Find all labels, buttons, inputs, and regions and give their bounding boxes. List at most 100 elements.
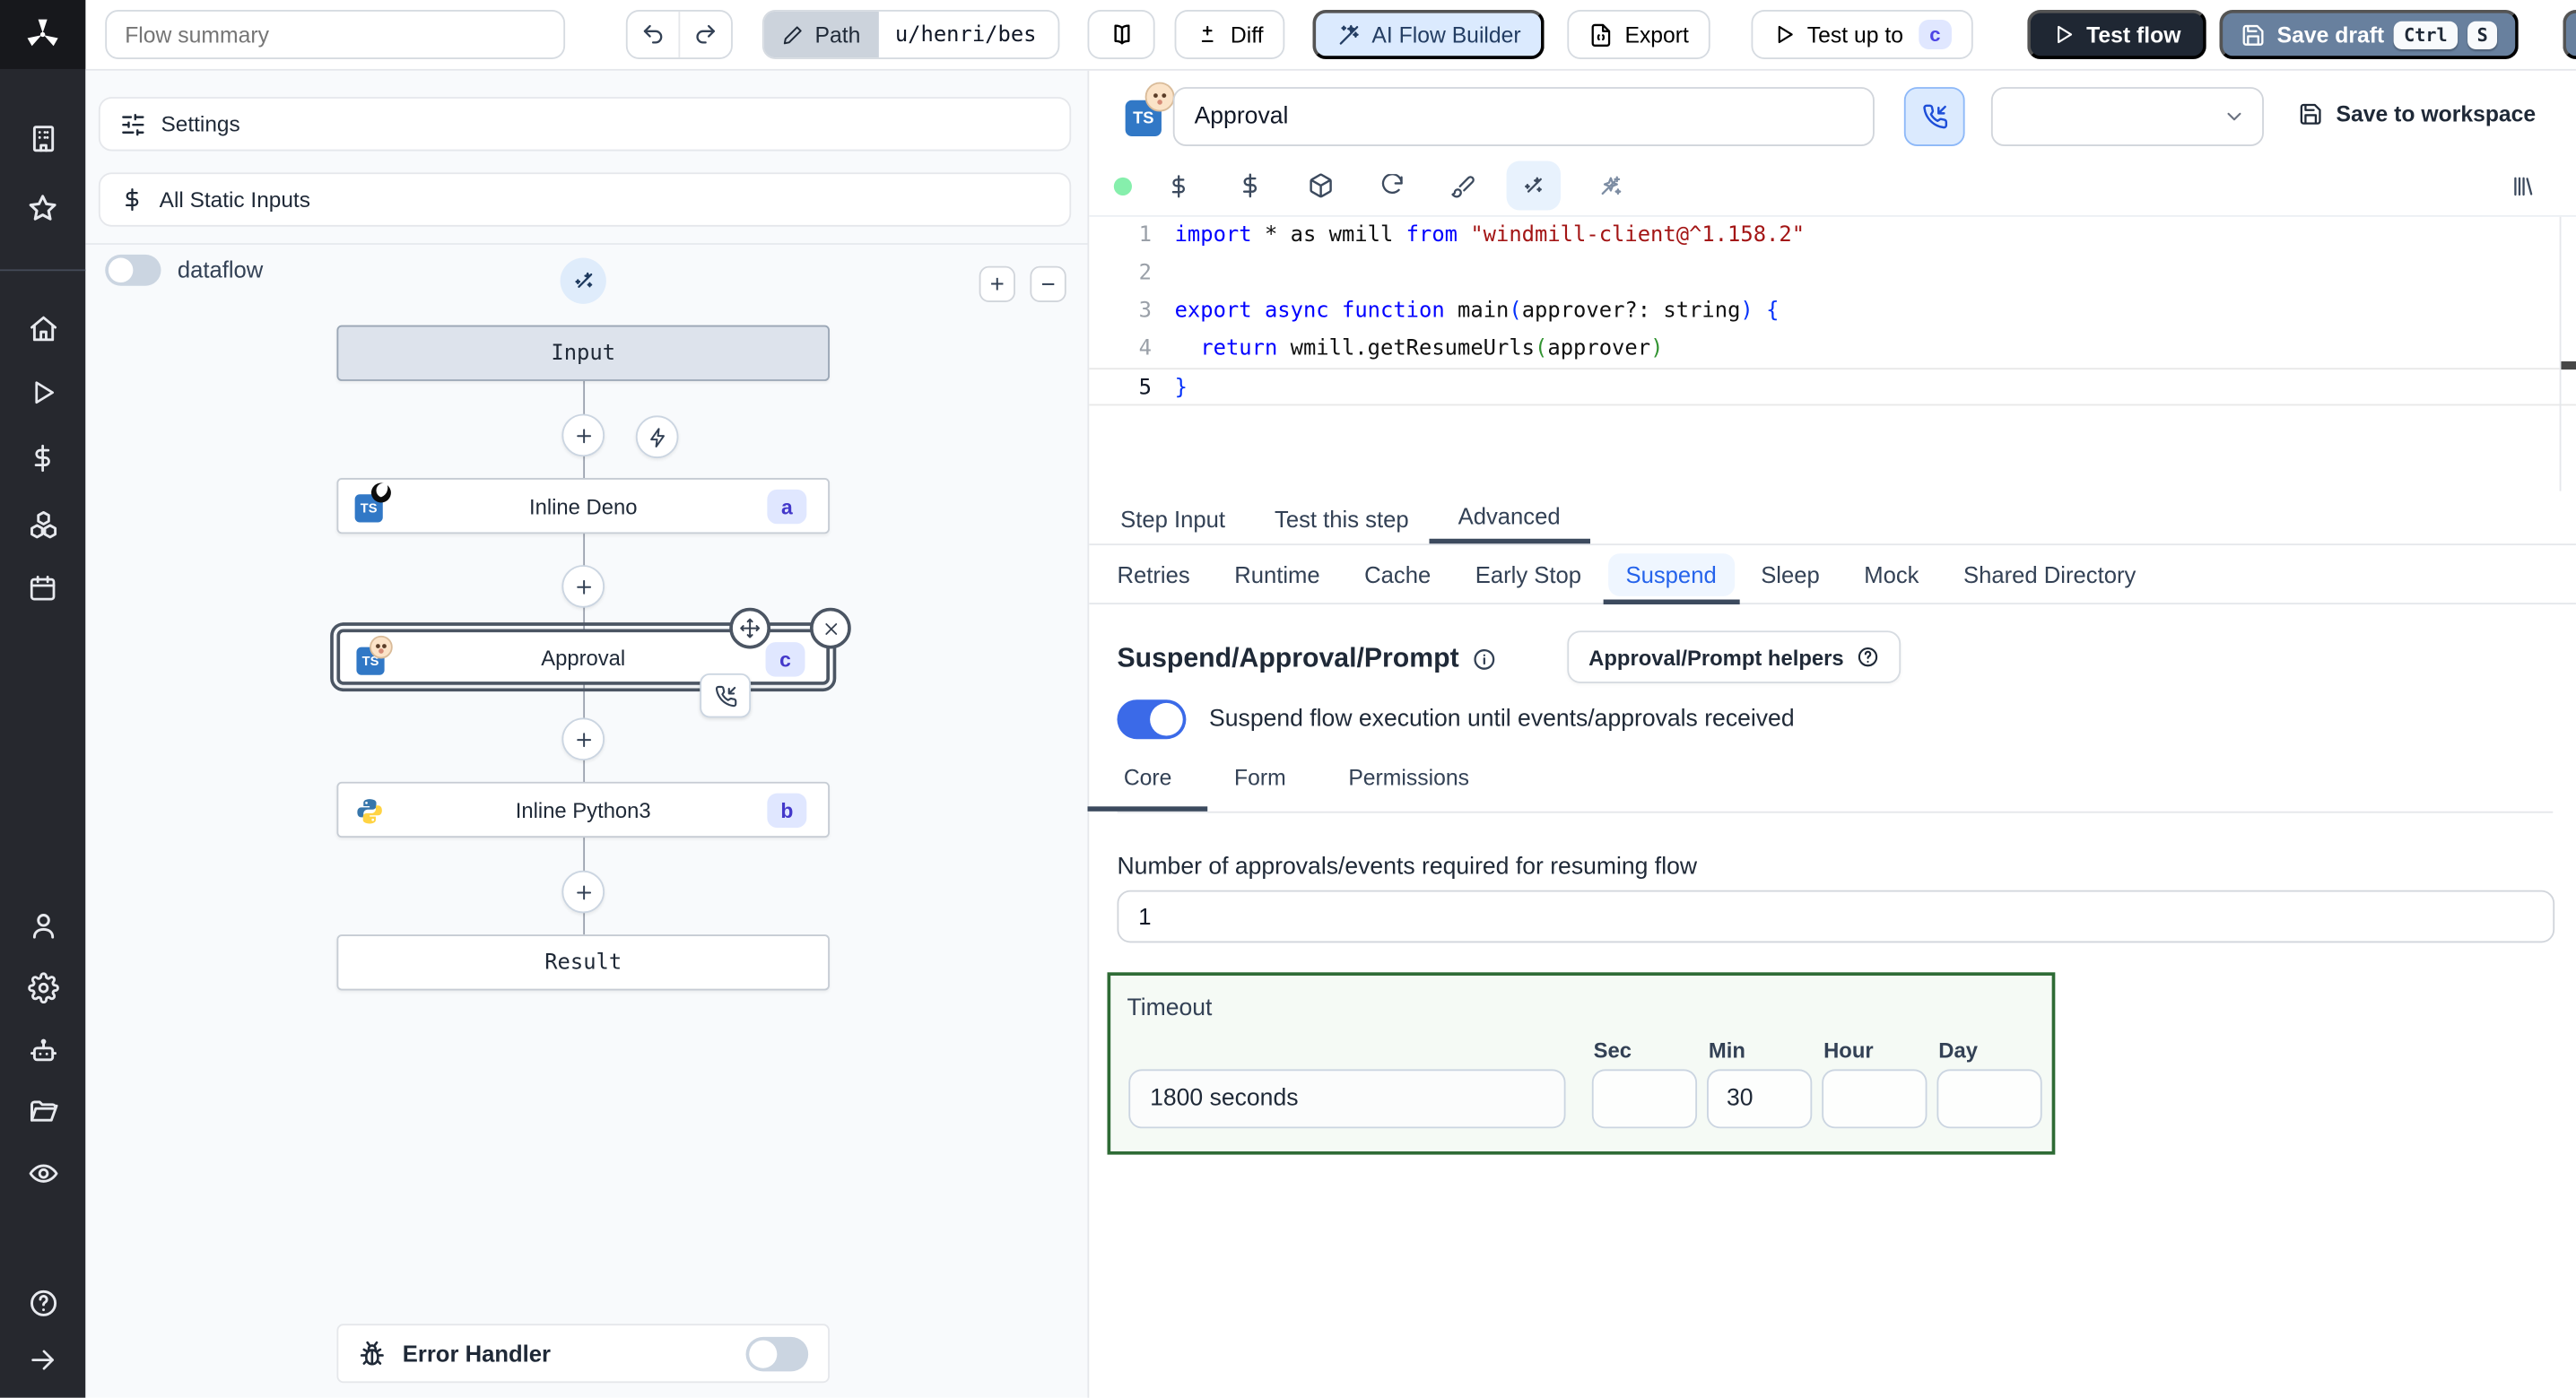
- zoom-in-button[interactable]: +: [979, 265, 1015, 303]
- dollar-vars-button[interactable]: [1152, 161, 1205, 210]
- variables-dollar-icon[interactable]: [0, 439, 85, 478]
- tab-shared-directory[interactable]: Shared Directory: [1963, 545, 2136, 603]
- sparkles-off-button[interactable]: [1584, 161, 1638, 210]
- redo-button[interactable]: [678, 11, 731, 58]
- wand-icon: [1339, 24, 1359, 44]
- reload-button[interactable]: [1365, 161, 1419, 210]
- dataflow-toggle[interactable]: [105, 254, 161, 286]
- tab-step-input[interactable]: Step Input: [1117, 492, 1228, 543]
- tab-form[interactable]: Form: [1228, 766, 1292, 812]
- error-handler-node[interactable]: Error Handler: [336, 1324, 830, 1384]
- approvals-required-input[interactable]: [1117, 890, 2555, 943]
- save-to-workspace-button[interactable]: Save to workspace: [2298, 102, 2536, 126]
- package-button[interactable]: [1292, 161, 1346, 210]
- add-step-button[interactable]: [561, 565, 605, 608]
- flow-node-input[interactable]: Input: [336, 325, 830, 381]
- all-static-inputs-button[interactable]: All Static Inputs: [98, 172, 1072, 227]
- day-input[interactable]: [1936, 1069, 2042, 1129]
- suspend-phone-badge[interactable]: [700, 673, 752, 718]
- test-up-to-step-badge: c: [1918, 19, 1953, 49]
- runs-play-icon[interactable]: [0, 373, 85, 412]
- tab-advanced[interactable]: Advanced: [1428, 492, 1590, 544]
- editor-scrollbar[interactable]: [2559, 216, 2562, 491]
- code-line[interactable]: 5}: [1089, 368, 2576, 406]
- code-line[interactable]: 4 return wmill.getResumeUrls(approver): [1089, 330, 2576, 368]
- delete-step-button[interactable]: [809, 607, 851, 649]
- suspend-phone-button[interactable]: [1903, 87, 1965, 147]
- test-flow-button[interactable]: Test flow: [2027, 9, 2206, 59]
- add-trigger-button[interactable]: [635, 415, 679, 459]
- home-icon[interactable]: [0, 308, 85, 348]
- info-icon[interactable]: [1472, 647, 1496, 672]
- step-name-input[interactable]: [1172, 87, 1875, 147]
- library-button[interactable]: [2495, 161, 2549, 210]
- approvals-required-label: Number of approvals/events required for …: [1117, 854, 1698, 881]
- schedules-calendar-icon[interactable]: [0, 569, 85, 608]
- tab-test-this-step[interactable]: Test this step: [1271, 492, 1412, 543]
- export-button[interactable]: Export: [1567, 9, 1710, 59]
- ai-wand-button[interactable]: [560, 257, 606, 304]
- format-brush-button[interactable]: [1436, 161, 1490, 210]
- dollar-resources-button[interactable]: [1223, 161, 1276, 210]
- help-icon[interactable]: [0, 1282, 85, 1322]
- tab-mock[interactable]: Mock: [1864, 545, 1919, 603]
- tab-early-stop[interactable]: Early Stop: [1475, 545, 1581, 603]
- close-icon: [824, 622, 837, 634]
- tab-runtime[interactable]: Runtime: [1234, 545, 1320, 603]
- diff-button[interactable]: Diff: [1174, 9, 1285, 59]
- expand-arrow-icon[interactable]: [0, 1341, 85, 1380]
- folders-icon[interactable]: [0, 1090, 85, 1130]
- tab-retries[interactable]: Retries: [1117, 545, 1189, 603]
- docs-book-button[interactable]: [1087, 9, 1155, 59]
- code-editor[interactable]: 1 import * as wmill from "windmill-client…: [1089, 214, 2576, 491]
- zoom-out-button[interactable]: −: [1030, 265, 1066, 303]
- flow-graph-panel: Settings All Static Inputs dataflow + − …: [85, 68, 1090, 1398]
- ai-flow-builder-button[interactable]: AI Flow Builder: [1312, 9, 1545, 59]
- star-icon[interactable]: [0, 189, 85, 229]
- eye-icon[interactable]: [0, 1153, 85, 1193]
- ai-assistant-button[interactable]: [1506, 161, 1562, 211]
- code-line[interactable]: 2: [1089, 255, 2576, 292]
- approval-prompt-helpers-button[interactable]: Approval/Prompt helpers: [1567, 630, 1902, 683]
- flow-node-inline-deno[interactable]: TS Inline Deno a: [336, 477, 830, 534]
- settings-gear-icon[interactable]: [0, 968, 85, 1007]
- script-version-select[interactable]: [1990, 87, 2264, 147]
- error-handler-toggle[interactable]: [745, 1336, 809, 1371]
- save-icon: [2300, 103, 2321, 125]
- add-step-button[interactable]: [561, 717, 605, 761]
- tab-core[interactable]: Core: [1087, 766, 1208, 812]
- user-icon[interactable]: [0, 905, 85, 944]
- undo-button[interactable]: [628, 12, 679, 57]
- path-button[interactable]: Path u/henri/bes: [761, 9, 1060, 59]
- save-draft-button[interactable]: Save draft Ctrl S: [2219, 9, 2519, 59]
- flow-node-inline-python[interactable]: Inline Python3 b: [336, 781, 830, 838]
- resources-cubes-icon[interactable]: [0, 504, 85, 543]
- suspend-toggle[interactable]: [1117, 699, 1187, 740]
- workers-robot-icon[interactable]: [0, 1031, 85, 1071]
- code-line[interactable]: 1 import * as wmill from "windmill-client…: [1089, 217, 2576, 255]
- code-lines: 1 import * as wmill from "windmill-client…: [1089, 217, 2576, 406]
- tab-sleep[interactable]: Sleep: [1761, 545, 1820, 603]
- sec-input[interactable]: [1591, 1069, 1698, 1129]
- tab-suspend[interactable]: Suspend: [1602, 545, 1741, 605]
- code-line[interactable]: 3 export async function main(approver?: s…: [1089, 292, 2576, 330]
- flow-summary-input[interactable]: [105, 9, 566, 59]
- windmill-logo[interactable]: [0, 0, 86, 69]
- move-step-button[interactable]: [729, 607, 771, 649]
- tab-permissions[interactable]: Permissions: [1342, 766, 1475, 812]
- timeout-display-input[interactable]: [1128, 1069, 1566, 1129]
- tab-cache[interactable]: Cache: [1364, 545, 1431, 603]
- add-step-button[interactable]: [561, 870, 605, 914]
- min-label: Min: [1708, 1038, 1745, 1064]
- top-toolbar: Path u/henri/bes Diff AI Flow Builder Ex…: [85, 0, 2576, 71]
- flow-settings-button[interactable]: Settings: [98, 97, 1072, 152]
- building-icon[interactable]: [0, 118, 85, 158]
- flow-node-result[interactable]: Result: [336, 934, 830, 991]
- suspend-toggle-label: Suspend flow execution until events/appr…: [1209, 706, 1795, 733]
- hour-input[interactable]: [1822, 1069, 1928, 1129]
- add-step-button[interactable]: [561, 413, 605, 457]
- test-up-to-button[interactable]: Test up to c: [1751, 9, 1974, 59]
- min-input[interactable]: [1707, 1069, 1813, 1129]
- clipped-right-button[interactable]: [2563, 9, 2576, 59]
- approval-typescript-icon: TS: [356, 635, 393, 675]
